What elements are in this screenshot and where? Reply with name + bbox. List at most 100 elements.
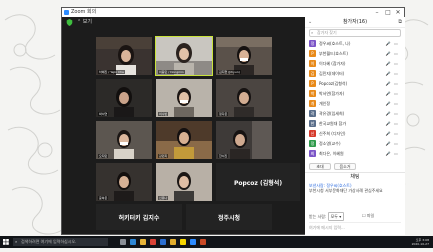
- invite-button[interactable]: 초대: [309, 163, 331, 170]
- video-tile[interactable]: 정다은: [216, 79, 272, 117]
- video-tile[interactable]: 이수빈: [156, 79, 212, 117]
- window-title: Zoom 회의: [71, 9, 97, 15]
- video-tile-name-only[interactable]: Popcoz (김형석): [216, 163, 300, 201]
- powerpoint-app-icon[interactable]: [200, 239, 206, 245]
- participant-avatar: 곽: [309, 110, 316, 117]
- participants-title: 참가자(16): [342, 19, 368, 25]
- popout-icon[interactable]: ⧉: [398, 17, 402, 27]
- participant-name: 신유나: [158, 196, 169, 200]
- camera-icon[interactable]: ▭: [393, 101, 399, 106]
- video-tile-active-speaker[interactable]: 이동민 / Dongmin: [155, 36, 213, 76]
- video-tile[interactable]: 박서연: [96, 79, 152, 117]
- chrome-app-icon[interactable]: [150, 239, 156, 245]
- security-shield-icon[interactable]: [66, 19, 73, 26]
- microphone-muted-icon[interactable]: 🎤: [385, 151, 391, 156]
- camera-icon[interactable]: ▭: [393, 131, 399, 136]
- video-tile-name-only[interactable]: 허키터키 김지수: [96, 204, 182, 230]
- camera-icon[interactable]: ▭: [393, 61, 399, 66]
- participant-avatar: P: [309, 50, 316, 57]
- participant-name: 강민지: [158, 154, 169, 158]
- microphone-muted-icon[interactable]: 🎤: [385, 51, 391, 56]
- store-app-icon[interactable]: [160, 239, 166, 245]
- participant-name: 정다은: [218, 112, 229, 116]
- taskbar-date: 2020-10-27: [411, 242, 429, 246]
- participant-row[interactable]: 이 이다혜 (참가자) 🎤 ▭: [309, 59, 403, 69]
- window-titlebar: Zoom 회의 – □ ✕: [62, 8, 404, 17]
- zoom-meeting-window: Zoom 회의 – □ ✕ ⌃ 보기 차예진 / Yejin Cha 이동민 /…: [61, 7, 405, 235]
- background-ornament-left: [0, 0, 70, 248]
- video-tile[interactable]: 신유나: [156, 163, 212, 201]
- collapse-chevron-icon[interactable]: ⌄: [308, 17, 312, 27]
- video-tile-name-only[interactable]: 정주시청: [186, 204, 272, 230]
- microphone-muted-icon[interactable]: 🎤: [385, 71, 391, 76]
- minimize-button[interactable]: –: [372, 8, 382, 17]
- taskbar-search-input[interactable]: ⌕ 검색하려면 여기에 입력하십시오.: [13, 238, 108, 246]
- windows-start-icon[interactable]: [3, 239, 9, 245]
- participants-header: ⌄ 참가자(16) ⧉: [305, 17, 405, 28]
- microphone-muted-icon[interactable]: 🎤: [385, 121, 391, 126]
- participants-panel: ⌄ 참가자(16) ⧉ ⌕ 참가자 찾기 정 정우씨(호스트, 나) 🎤 ▭ P 부천월드…: [305, 17, 405, 235]
- video-gallery: 차예진 / Yejin Cha 이동민 / Dongmin 김지현 (Jihyu…: [62, 29, 305, 207]
- participant-row[interactable]: 김 김민지(데이터) 🎤 ▭: [309, 69, 403, 79]
- participant-list: 정 정우씨(호스트, 나) 🎤 ▭ P 부천월드(호스트) 🎤 ▭ 이 이다혜 (참가자) 🎤 ▭ 김 김…: [309, 39, 403, 159]
- video-tile[interactable]: 한서진: [216, 121, 272, 159]
- files-app-icon[interactable]: [170, 239, 176, 245]
- microphone-muted-icon[interactable]: 🎤: [385, 41, 391, 46]
- chat-message: 보낸사람: 정우씨(호스트) 부천시청 서부문화재단 가상사례 관심주세요: [309, 183, 401, 193]
- camera-icon[interactable]: ▭: [393, 111, 399, 116]
- participant-avatar: 김: [309, 70, 316, 77]
- video-tile[interactable]: 윤하은: [96, 163, 152, 201]
- task-view-app-icon[interactable]: [120, 239, 126, 245]
- camera-icon[interactable]: ▭: [393, 151, 399, 156]
- participant-avatar: 최: [309, 150, 316, 157]
- microphone-muted-icon[interactable]: 🎤: [385, 101, 391, 106]
- camera-icon[interactable]: ▭: [393, 141, 399, 146]
- zoom-app-icon[interactable]: [190, 239, 196, 245]
- participant-name: 박서연: [98, 112, 109, 116]
- video-tile[interactable]: 차예진 / Yejin Cha: [96, 37, 152, 75]
- camera-icon[interactable]: ▭: [393, 81, 399, 86]
- chat-recipient-select[interactable]: 모두 ▾: [327, 212, 345, 221]
- microphone-muted-icon[interactable]: 🎤: [385, 81, 391, 86]
- chat-message-input[interactable]: 여기에 메시지 입력...: [309, 222, 401, 232]
- microphone-muted-icon[interactable]: 🎤: [385, 141, 391, 146]
- explorer-app-icon[interactable]: [140, 239, 146, 245]
- participant-row[interactable]: 신 신주희 (디자인) 🎤 ▭: [309, 129, 403, 139]
- unmute-button[interactable]: 음소거: [334, 163, 356, 170]
- participant-row[interactable]: 한 한국교원대 참가 🎤 ▭: [309, 119, 403, 129]
- camera-icon[interactable]: ▭: [393, 71, 399, 76]
- participant-row[interactable]: P Popcoz(김형석) 🎤 ▭: [309, 79, 403, 89]
- maximize-button[interactable]: □: [383, 8, 393, 17]
- chat-to-label: 받는 사람:: [309, 214, 327, 219]
- microphone-muted-icon[interactable]: 🎤: [385, 61, 391, 66]
- zoom-app-icon: [64, 10, 69, 15]
- video-tile[interactable]: 김지현 (Jihyun): [216, 37, 272, 75]
- chat-file-button[interactable]: ☐ 파일: [362, 212, 374, 219]
- close-button[interactable]: ✕: [393, 8, 403, 17]
- participant-name: 이동민 / Dongmin: [158, 70, 185, 74]
- microphone-muted-icon[interactable]: 🎤: [385, 111, 391, 116]
- camera-icon[interactable]: ▭: [393, 91, 399, 96]
- participant-row[interactable]: 최 최다은, 이혜원 🎤 ▭: [309, 149, 403, 159]
- kakao-app-icon[interactable]: [180, 239, 186, 245]
- view-toggle[interactable]: ⌃ 보기: [77, 19, 92, 26]
- video-tile[interactable]: 오지민: [96, 121, 152, 159]
- participant-row[interactable]: 정 정우씨(호스트, 나) 🎤 ▭: [309, 39, 403, 49]
- camera-icon[interactable]: ▭: [393, 41, 399, 46]
- edge-app-icon[interactable]: [130, 239, 136, 245]
- participant-row[interactable]: 정 정소영(교수) 🎤 ▭: [309, 139, 403, 149]
- participant-name: 정우씨(호스트, 나): [319, 41, 351, 46]
- participant-row[interactable]: 개 개인정 🎤 ▭: [309, 99, 403, 109]
- video-tile[interactable]: 강민지: [156, 121, 212, 159]
- participant-row[interactable]: P 부천월드(호스트) 🎤 ▭: [309, 49, 403, 59]
- microphone-muted-icon[interactable]: 🎤: [385, 131, 391, 136]
- microphone-muted-icon[interactable]: 🎤: [385, 91, 391, 96]
- camera-icon[interactable]: ▭: [393, 121, 399, 126]
- camera-icon[interactable]: ▭: [393, 51, 399, 56]
- participant-row[interactable]: 곽 곽유경(임세희) 🎤 ▭: [309, 109, 403, 119]
- system-tray: 오후 3:08 2020-10-27: [412, 238, 429, 246]
- participant-search-input[interactable]: ⌕ 참가자 찾기: [309, 29, 401, 37]
- participant-name: 차예진 / Yejin Cha: [98, 70, 125, 74]
- participant-row[interactable]: 박 박서연(참가자) 🎤 ▭: [309, 89, 403, 99]
- participant-name: 최다은, 이혜원: [319, 151, 344, 156]
